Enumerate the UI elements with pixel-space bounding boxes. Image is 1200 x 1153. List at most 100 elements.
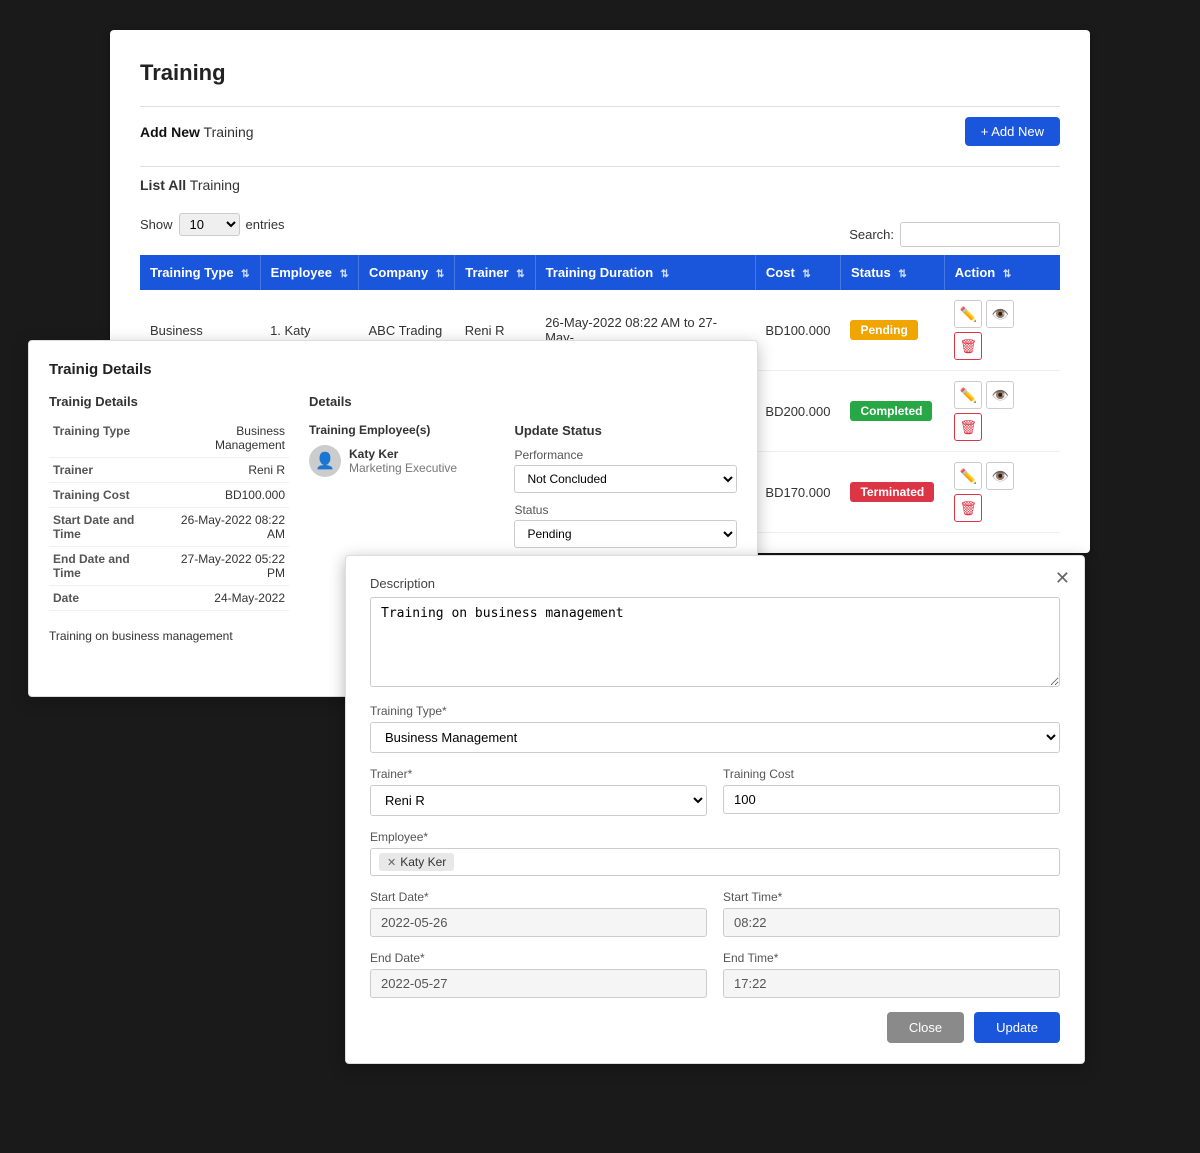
detail-field-value: BD100.000	[159, 483, 289, 508]
update-status-title: Update Status	[514, 423, 737, 438]
performance-select[interactable]: Not Concluded Concluded	[514, 465, 737, 493]
edit-button[interactable]: ✏️	[954, 381, 982, 409]
sort-icon-training-type: ⇅	[241, 269, 249, 280]
end-dates-row: End Date* End Time*	[370, 951, 1060, 998]
detail-field-label: Date	[49, 586, 159, 611]
cell-action: ✏️ 👁️ 🗑	[944, 452, 1060, 533]
cell-action: ✏️ 👁️ 🗑	[944, 371, 1060, 452]
sort-icon-company: ⇅	[436, 269, 444, 280]
sort-icon-employee: ⇅	[340, 269, 348, 280]
detail-info-table: Training Type Business Management Traine…	[49, 419, 289, 611]
status-select[interactable]: Pending Completed Terminated	[514, 520, 737, 548]
employee-tag: ✕ Katy Ker	[379, 853, 454, 871]
view-button[interactable]: 👁️	[986, 300, 1014, 328]
detail-field-label: Training Type	[49, 419, 159, 458]
cell-action: ✏️ 👁️ 🗑	[944, 290, 1060, 371]
edit-button[interactable]: ✏️	[954, 300, 982, 328]
employee-role: Marketing Executive	[349, 461, 457, 475]
col-training-type[interactable]: Training Type ⇅	[140, 255, 260, 290]
action-buttons: ✏️ 👁️ 🗑	[954, 462, 1050, 522]
description-label: Description	[370, 576, 1060, 591]
close-button[interactable]: Close	[887, 1012, 964, 1043]
start-date-group: Start Date*	[370, 890, 707, 937]
end-time-label: End Time*	[723, 951, 1060, 965]
delete-button[interactable]: 🗑	[954, 413, 982, 441]
cell-cost: BD100.000	[755, 290, 840, 371]
cell-cost: BD170.000	[755, 452, 840, 533]
start-time-input[interactable]	[723, 908, 1060, 937]
dates-row: Start Date* Start Time*	[370, 890, 1060, 937]
col-trainer[interactable]: Trainer ⇅	[455, 255, 535, 290]
performance-group: Performance Not Concluded Concluded	[514, 448, 737, 493]
details-right-title: Details	[309, 394, 737, 409]
edit-button[interactable]: ✏️	[954, 462, 982, 490]
action-buttons: ✏️ 👁️ 🗑	[954, 381, 1050, 441]
detail-field-value: 27-May-2022 05:22 PM	[159, 547, 289, 586]
employee-card: 👤 Katy Ker Marketing Executive	[309, 445, 494, 477]
sort-icon-status: ⇅	[898, 269, 906, 280]
avatar: 👤	[309, 445, 341, 477]
training-type-row: Training Type* Business Management	[370, 704, 1060, 753]
status-badge: Completed	[850, 401, 932, 421]
remove-tag-icon[interactable]: ✕	[387, 856, 396, 869]
detail-field-row: Training Cost BD100.000	[49, 483, 289, 508]
detail-field-label: Trainer	[49, 458, 159, 483]
col-employee[interactable]: Employee ⇅	[260, 255, 358, 290]
edit-footer: Close Update	[370, 1012, 1060, 1043]
col-duration[interactable]: Training Duration ⇅	[535, 255, 755, 290]
add-new-button[interactable]: + Add New	[965, 117, 1060, 146]
employee-label: Employee*	[370, 830, 1060, 844]
delete-button[interactable]: 🗑	[954, 494, 982, 522]
start-date-input[interactable]	[370, 908, 707, 937]
action-buttons: ✏️ 👁️ 🗑	[954, 300, 1050, 360]
start-time-group: Start Time*	[723, 890, 1060, 937]
employee-row: Employee* ✕ Katy Ker	[370, 830, 1060, 876]
close-icon[interactable]: ✕	[1055, 568, 1070, 589]
cell-status: Terminated	[840, 452, 944, 533]
employee-tag-name: Katy Ker	[400, 855, 446, 869]
detail-field-value: Business Management	[159, 419, 289, 458]
detail-field-value: Reni R	[159, 458, 289, 483]
view-button[interactable]: 👁️	[986, 381, 1014, 409]
page-title: Training	[140, 60, 1060, 86]
end-date-input[interactable]	[370, 969, 707, 998]
end-date-label: End Date*	[370, 951, 707, 965]
training-cost-label: Training Cost	[723, 767, 1060, 781]
end-date-group: End Date*	[370, 951, 707, 998]
detail-field-value: 26-May-2022 08:22 AM	[159, 508, 289, 547]
training-type-group: Training Type* Business Management	[370, 704, 1060, 753]
update-button[interactable]: Update	[974, 1012, 1060, 1043]
detail-field-row: Trainer Reni R	[49, 458, 289, 483]
col-company[interactable]: Company ⇅	[358, 255, 454, 290]
cell-cost: BD200.000	[755, 371, 840, 452]
add-section-bar: Add New Training + Add New	[140, 106, 1060, 156]
col-cost[interactable]: Cost ⇅	[755, 255, 840, 290]
start-date-label: Start Date*	[370, 890, 707, 904]
detail-field-row: End Date and Time 27-May-2022 05:22 PM	[49, 547, 289, 586]
add-section-title: Add New Training	[140, 124, 254, 140]
search-input[interactable]	[900, 222, 1060, 247]
training-type-select[interactable]: Business Management	[370, 722, 1060, 753]
col-action[interactable]: Action ⇅	[944, 255, 1060, 290]
training-details-left-title: Trainig Details	[49, 394, 289, 409]
col-status[interactable]: Status ⇅	[840, 255, 944, 290]
performance-label: Performance	[514, 448, 737, 462]
employee-name: Katy Ker	[349, 447, 457, 461]
training-description-text: Training on business management	[49, 623, 289, 643]
delete-button[interactable]: 🗑	[954, 332, 982, 360]
trainer-select[interactable]: Reni R	[370, 785, 707, 816]
training-details-left: Trainig Details Training Type Business M…	[49, 394, 289, 676]
detail-field-row: Start Date and Time 26-May-2022 08:22 AM	[49, 508, 289, 547]
description-textarea[interactable]: Training on business management	[370, 597, 1060, 687]
end-time-input[interactable]	[723, 969, 1060, 998]
table-header-row: Training Type ⇅ Employee ⇅ Company ⇅ Tra…	[140, 255, 1060, 290]
cell-status: Completed	[840, 371, 944, 452]
detail-field-value: 24-May-2022	[159, 586, 289, 611]
view-button[interactable]: 👁️	[986, 462, 1014, 490]
list-section-bar: List All Training	[140, 166, 1060, 207]
employee-tag-input[interactable]: ✕ Katy Ker	[370, 848, 1060, 876]
training-cost-group: Training Cost	[723, 767, 1060, 816]
training-employees-label: Training Employee(s)	[309, 423, 494, 437]
training-cost-input[interactable]	[723, 785, 1060, 814]
entries-select[interactable]: 10 25 50	[179, 213, 240, 236]
